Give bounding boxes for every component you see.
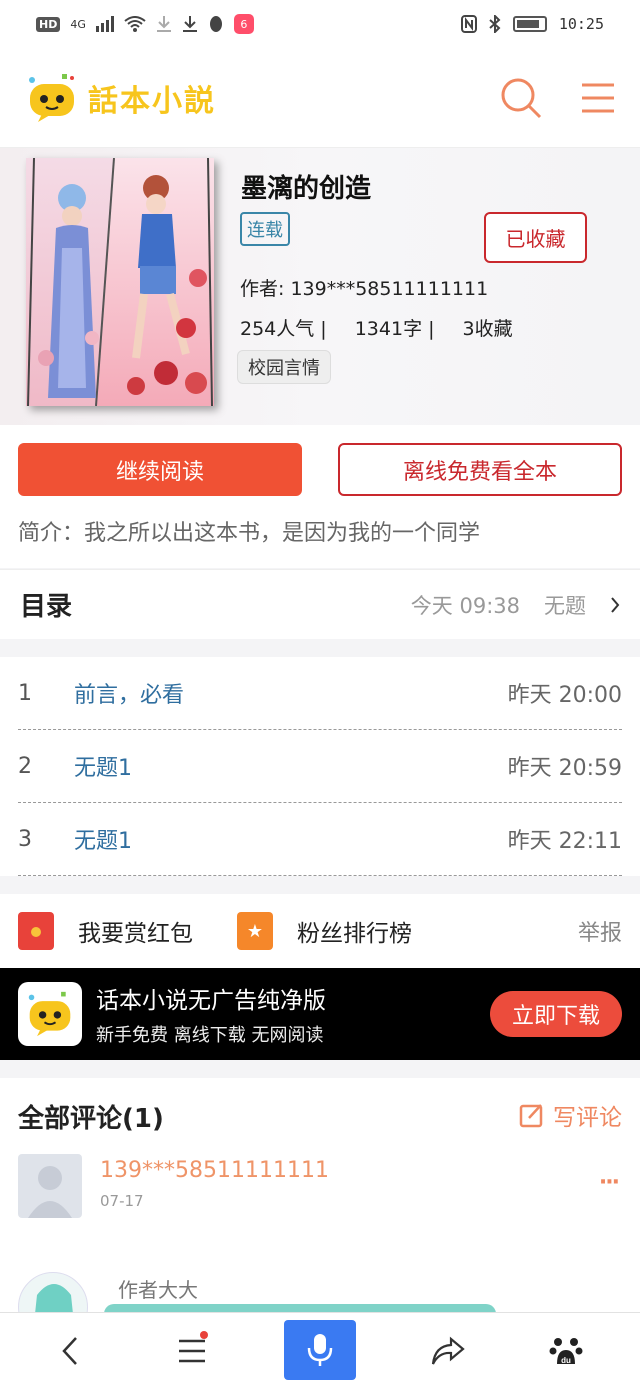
chevron-right-icon xyxy=(611,596,620,613)
bluetooth-icon xyxy=(489,15,501,33)
app-notification-icon: 6 xyxy=(233,14,254,34)
comments-title: 全部评论(1) xyxy=(18,1104,164,1134)
chapter-number: 1 xyxy=(18,680,32,706)
popularity-count: 254人气 | xyxy=(240,318,327,340)
edit-icon xyxy=(519,1104,543,1128)
book-intro[interactable]: 简介：我之所以出这本书，是因为我的一个同学 xyxy=(18,515,480,547)
download-icon xyxy=(182,16,197,32)
report-link[interactable]: 举报 xyxy=(578,915,622,947)
red-packet-icon xyxy=(18,912,54,950)
fan-rank-label: 粉丝排行榜 xyxy=(297,921,412,947)
reward-row: 我要赏红包 ★ 粉丝排行榜 举报 xyxy=(0,894,640,968)
microphone-icon xyxy=(307,1334,333,1366)
app-header: 話本小説 xyxy=(0,48,640,148)
chapter-time: 昨天 22:11 xyxy=(507,829,622,854)
menu-icon[interactable] xyxy=(580,82,616,114)
app-icon xyxy=(18,982,82,1046)
chapter-number: 2 xyxy=(18,753,32,779)
book-cover[interactable] xyxy=(26,158,214,406)
baidu-button[interactable]: du xyxy=(526,1313,606,1387)
genre-tag[interactable]: 校园言情 xyxy=(237,350,331,384)
comments-section: 全部评论(1) 写评论 139***58511111111 07-17 ··· … xyxy=(0,1078,640,1312)
red-packet-button[interactable]: 我要赏红包 xyxy=(18,912,193,950)
reply-author-label: 作者大大 xyxy=(118,1278,198,1302)
chevron-left-icon xyxy=(62,1336,77,1365)
chapter-list: 1 前言，必看 昨天 20:00 2 无题1 昨天 20:59 3 无题1 昨天… xyxy=(0,657,640,876)
red-packet-label: 我要赏红包 xyxy=(78,921,193,947)
star-icon: ★ xyxy=(237,912,273,950)
wifi-icon xyxy=(124,16,146,32)
nfc-icon xyxy=(460,15,477,33)
svg-text:du: du xyxy=(561,1356,571,1365)
menu-button[interactable] xyxy=(152,1313,232,1387)
chapter-title[interactable]: 无题1 xyxy=(74,823,132,855)
reply-bubble xyxy=(104,1304,496,1312)
share-icon xyxy=(431,1336,465,1365)
network-indicator: 4G xyxy=(70,17,86,31)
battery-icon xyxy=(512,16,547,32)
clock: 10:25 xyxy=(558,15,604,33)
chapter-number: 3 xyxy=(18,826,32,852)
ad-subtitle: 新手免费 离线下载 无网阅读 xyxy=(96,1025,324,1046)
latest-chapter[interactable]: 今天 09:38 无题 xyxy=(411,590,620,620)
ad-banner[interactable]: 话本小说无广告纯净版 新手免费 离线下载 无网阅读 立即下载 xyxy=(0,968,640,1060)
favorite-count: 3收藏 xyxy=(462,318,513,340)
favorite-button[interactable]: 已收藏 xyxy=(484,212,587,263)
comment-username[interactable]: 139***58511111111 xyxy=(100,1158,329,1183)
logo-text: 話本小説 xyxy=(88,83,216,119)
offline-read-button[interactable]: 离线免费看全本 xyxy=(338,443,622,496)
chapter-row[interactable]: 3 无题1 昨天 22:11 xyxy=(18,803,622,876)
status-badge: 连载 xyxy=(240,212,290,246)
bottom-navigation: du xyxy=(0,1312,640,1387)
paw-icon: du xyxy=(549,1337,583,1365)
avatar[interactable] xyxy=(18,1154,82,1218)
menu-icon xyxy=(179,1339,205,1362)
search-icon[interactable] xyxy=(500,77,542,119)
word-count: 1341字 | xyxy=(354,318,435,340)
logo-icon xyxy=(24,72,80,124)
chapter-title[interactable]: 前言，必看 xyxy=(74,677,184,709)
chapter-time: 昨天 20:00 xyxy=(507,683,622,708)
back-button[interactable] xyxy=(30,1313,110,1387)
more-options-icon[interactable]: ··· xyxy=(599,1170,620,1195)
download-button[interactable]: 立即下载 xyxy=(490,991,622,1037)
chapter-row[interactable]: 1 前言，必看 昨天 20:00 xyxy=(18,657,622,730)
status-bar: HD 4G 6 10:25 xyxy=(0,0,640,48)
notification-dot xyxy=(200,1331,208,1339)
voice-search-button[interactable] xyxy=(284,1320,356,1380)
hd-indicator: HD xyxy=(36,16,61,32)
reading-actions: 继续阅读 离线免费看全本 简介：我之所以出这本书，是因为我的一个同学 xyxy=(0,425,640,568)
write-comment-label: 写评论 xyxy=(553,1105,622,1131)
download-icon xyxy=(156,16,171,32)
write-comment-button[interactable]: 写评论 xyxy=(519,1098,622,1132)
chapter-row[interactable]: 2 无题1 昨天 20:59 xyxy=(18,730,622,803)
author-name[interactable]: 作者: 139***58511111111 xyxy=(240,274,488,301)
ad-title: 话本小说无广告纯净版 xyxy=(96,988,326,1014)
chapter-time: 昨天 20:59 xyxy=(507,756,622,781)
toc-header[interactable]: 目录 今天 09:38 无题 xyxy=(0,569,640,639)
latest-chapter-title: 无题 xyxy=(544,593,586,618)
book-title: 墨漓的创造 xyxy=(241,174,372,204)
fan-rank-button[interactable]: ★ 粉丝排行榜 xyxy=(237,912,412,950)
chapter-title[interactable]: 无题1 xyxy=(74,750,132,782)
signal-icon xyxy=(95,16,114,32)
logo[interactable]: 話本小説 xyxy=(24,72,216,124)
ad-text: 话本小说无广告纯净版 新手免费 离线下载 无网阅读 xyxy=(96,981,326,1047)
latest-chapter-time: 今天 09:38 xyxy=(410,593,520,618)
toc-title: 目录 xyxy=(20,592,73,622)
share-button[interactable] xyxy=(408,1313,488,1387)
comment-date: 07-17 xyxy=(100,1192,144,1210)
author-avatar[interactable] xyxy=(18,1272,88,1312)
penguin-icon xyxy=(209,16,222,32)
book-stats: 254人气 | 1341字 | 3收藏 xyxy=(240,314,513,341)
continue-reading-button[interactable]: 继续阅读 xyxy=(18,443,302,496)
book-info: 墨漓的创造 连载 已收藏 作者: 139***58511111111 254人气… xyxy=(0,148,640,425)
